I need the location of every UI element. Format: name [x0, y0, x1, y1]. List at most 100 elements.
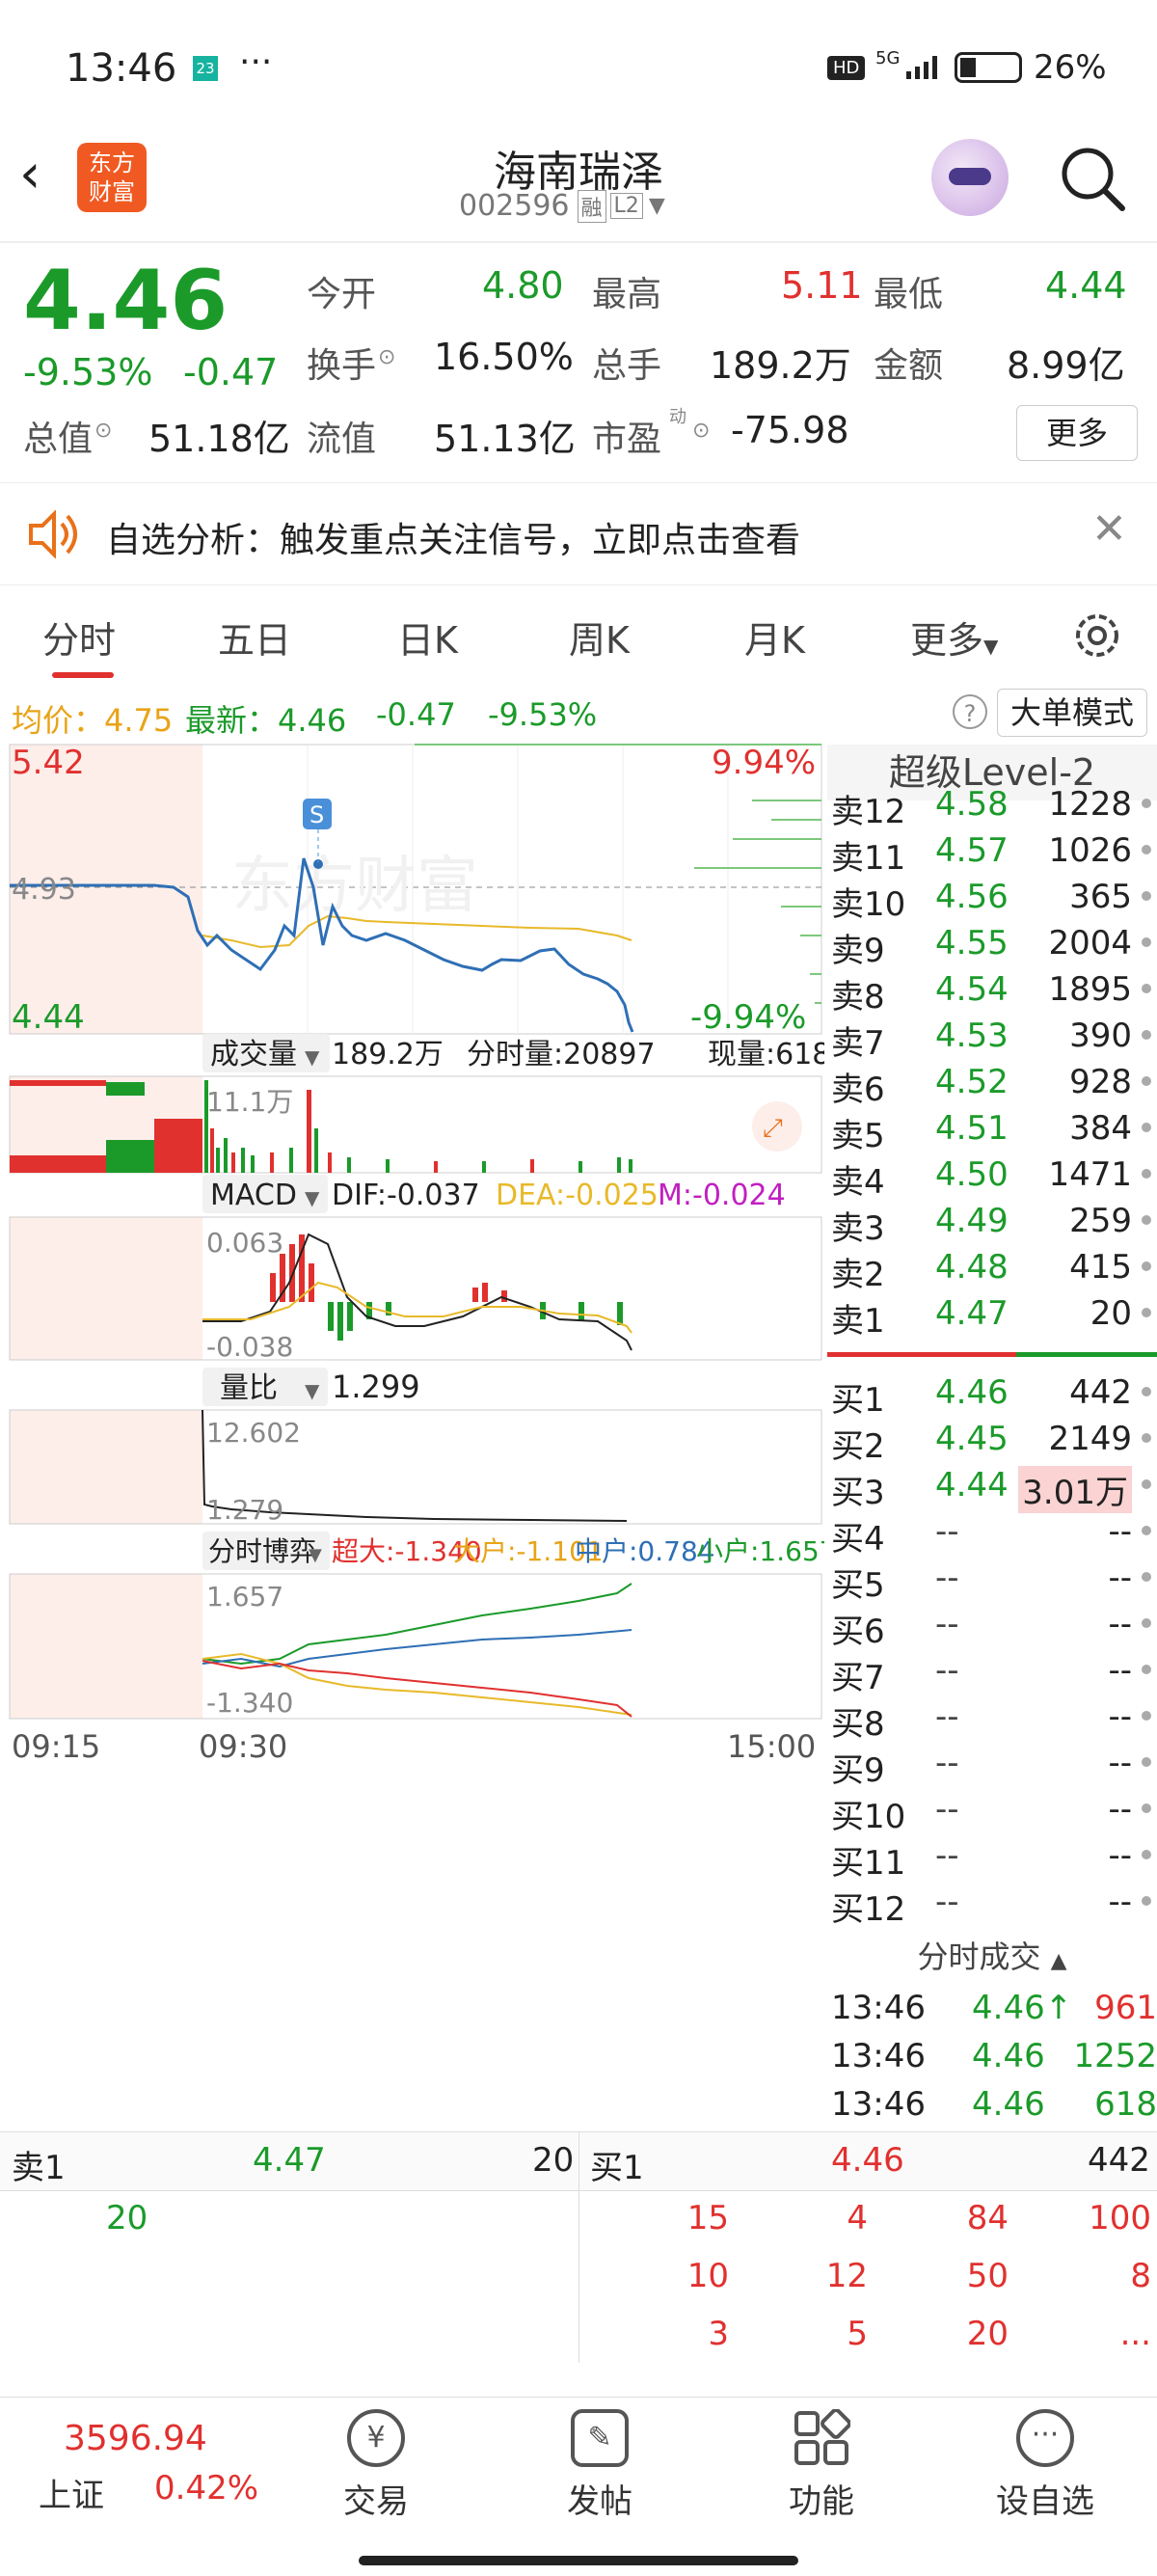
orderbook-row[interactable]: 卖4 4.50 1471	[827, 1152, 1157, 1202]
trade-row: 13:46 4.46 618	[827, 2081, 1157, 2128]
intraday-chart[interactable]: 东方财富 S 5.42 4.93 4.44 9.94% -9.94% 成交量 ▼…	[0, 743, 837, 2131]
robot-assistant-icon[interactable]	[931, 139, 1009, 216]
nav-add-watchlist[interactable]: ··· 设自选	[968, 2398, 1122, 2522]
order-level-label: 卖4	[831, 1163, 885, 1202]
order-level-label: 买11	[831, 1844, 906, 1883]
order-price: 4.55	[935, 924, 1009, 963]
order-dot-icon	[1142, 1261, 1151, 1271]
volume-label: 成交量	[210, 1038, 297, 1071]
order-dot-icon	[1142, 799, 1151, 808]
tab-more[interactable]: 更多▼	[910, 610, 998, 664]
order-level-label: 买4	[831, 1520, 885, 1559]
volume-ratio-pre-shade	[10, 1410, 202, 1524]
close-icon[interactable]: ✕	[1091, 504, 1127, 554]
orderbook-row[interactable]: 买3 4.44 3.01万	[827, 1462, 1157, 1513]
order-dot-icon	[1142, 1479, 1151, 1489]
index-value[interactable]: 3596.94	[64, 2419, 207, 2458]
orderbook-row[interactable]: 卖11 4.57 1026	[827, 827, 1157, 878]
order-volume: 442	[1069, 1373, 1132, 1412]
order-level-label: 买8	[831, 1705, 885, 1744]
analysis-banner[interactable]: 自选分析：触发重点关注信号，立即点击查看 ✕	[0, 482, 1157, 585]
open-label: 今开	[307, 275, 377, 314]
turnover-label: 换手	[307, 346, 377, 386]
notification-badge: 23	[193, 56, 218, 81]
queue-buy-vol: 442	[1088, 2141, 1150, 2180]
orderbook-row[interactable]: 买6 -- --	[827, 1601, 1157, 1651]
order-volume: --	[1108, 1512, 1132, 1551]
settings-gear-icon[interactable]	[1070, 609, 1124, 663]
orderbook-row[interactable]: 卖5 4.51 384	[827, 1105, 1157, 1155]
trade-time: 13:46	[831, 1989, 926, 2027]
more-notifications-icon: ···	[239, 42, 273, 82]
orderbook-row[interactable]: 买12 -- --	[827, 1879, 1157, 1929]
order-volume: --	[1108, 1836, 1132, 1875]
period-tabs: 分时 五日 日K 周K 月K 更多▼	[0, 583, 1157, 685]
tab-daily[interactable]: 日K	[397, 610, 458, 664]
tab-monthly[interactable]: 月K	[744, 610, 805, 664]
pe-sup: 动	[669, 407, 686, 427]
order-level-label: 买7	[831, 1659, 885, 1697]
stock-code-row[interactable]: 002596 融 L2 ▼	[459, 189, 665, 223]
orderbook-row[interactable]: 买11 -- --	[827, 1832, 1157, 1883]
orderbook-row[interactable]: 卖10 4.56 365	[827, 874, 1157, 924]
order-volume: 1228	[1048, 785, 1132, 824]
orderbook-row[interactable]: 卖7 4.53 390	[827, 1013, 1157, 1063]
big-order-mode-button[interactable]: 大单模式	[997, 689, 1147, 737]
tab-more-label: 更多	[910, 619, 984, 662]
pe-label: 市盈	[592, 420, 662, 459]
trades-title[interactable]: 分时成交 ▲	[827, 1933, 1157, 1977]
tab-five-day[interactable]: 五日	[218, 610, 291, 664]
orderbook-row[interactable]: 卖12 4.58 1228	[827, 781, 1157, 831]
order-level-label: 卖12	[831, 793, 906, 831]
high-value: 5.11	[781, 264, 863, 307]
orderbook-row[interactable]: 买8 -- --	[827, 1694, 1157, 1744]
home-indicator[interactable]	[359, 2556, 798, 2565]
nav-trade[interactable]: ¥ 交易	[299, 2398, 453, 2522]
order-volume: 2004	[1048, 924, 1132, 963]
orderbook-row[interactable]: 卖1 4.47 20	[827, 1290, 1157, 1341]
orderbook-row[interactable]: 买2 4.45 2149	[827, 1416, 1157, 1466]
time-axis-end: 15:00	[727, 1728, 816, 1765]
nav-add-watchlist-label: 设自选	[996, 2482, 1094, 2521]
queue-buy-order: ...	[1119, 2315, 1151, 2353]
volume-ratio-value: 1.299	[332, 1369, 420, 1405]
last-price: 4.46	[23, 253, 229, 349]
help-icon[interactable]: ?	[953, 694, 987, 729]
turnover-info-icon[interactable]: ⊙	[378, 345, 395, 369]
orderbook-row[interactable]: 买1 4.46 442	[827, 1369, 1157, 1420]
more-button[interactable]: 更多	[1016, 405, 1138, 461]
order-dot-icon	[1142, 1076, 1151, 1086]
status-time: 13:46	[66, 46, 177, 91]
orderbook-row[interactable]: 买10 -- --	[827, 1786, 1157, 1836]
order-level-label: 卖3	[831, 1209, 885, 1248]
index-percent[interactable]: 0.42%	[154, 2469, 258, 2508]
orderbook-row[interactable]: 买4 -- --	[827, 1508, 1157, 1559]
orderbook-row[interactable]: 卖9 4.55 2004	[827, 920, 1157, 970]
orderbook-row[interactable]: 买9 -- --	[827, 1740, 1157, 1790]
mcap-info-icon[interactable]: ⊙	[94, 419, 112, 443]
tab-weekly[interactable]: 周K	[569, 610, 630, 664]
nav-post[interactable]: ✎ 发帖	[523, 2398, 677, 2522]
order-level-label: 卖2	[831, 1256, 885, 1294]
tab-intraday[interactable]: 分时	[42, 610, 116, 664]
order-volume: 365	[1069, 878, 1132, 916]
orderbook-row[interactable]: 卖3 4.49 259	[827, 1198, 1157, 1248]
chart-canvas: 东方财富 S 5.42 4.93 4.44 9.94% -9.94% 成交量 ▼…	[9, 744, 837, 1765]
orderbook-row[interactable]: 卖6 4.52 928	[827, 1059, 1157, 1109]
index-name[interactable]: 上证	[39, 2469, 104, 2516]
macd-label: MACD	[210, 1179, 297, 1212]
pct-axis-bottom: -9.94%	[690, 998, 806, 1037]
time-axis-start: 09:15	[12, 1728, 100, 1765]
search-icon[interactable]	[1059, 145, 1126, 212]
pe-info-icon[interactable]: ⊙	[692, 419, 710, 443]
pe-value: -75.98	[731, 409, 849, 451]
order-volume: --	[1108, 1883, 1132, 1921]
orderbook-row[interactable]: 卖8 4.54 1895	[827, 966, 1157, 1017]
nav-features[interactable]: 功能	[744, 2398, 899, 2522]
queue-buy-order: 5	[847, 2315, 868, 2353]
macd-histogram	[270, 1234, 623, 1341]
open-value: 4.80	[482, 264, 564, 307]
orderbook-row[interactable]: 卖2 4.48 415	[827, 1244, 1157, 1294]
orderbook-row[interactable]: 买7 -- --	[827, 1647, 1157, 1697]
orderbook-row[interactable]: 买5 -- --	[827, 1555, 1157, 1605]
